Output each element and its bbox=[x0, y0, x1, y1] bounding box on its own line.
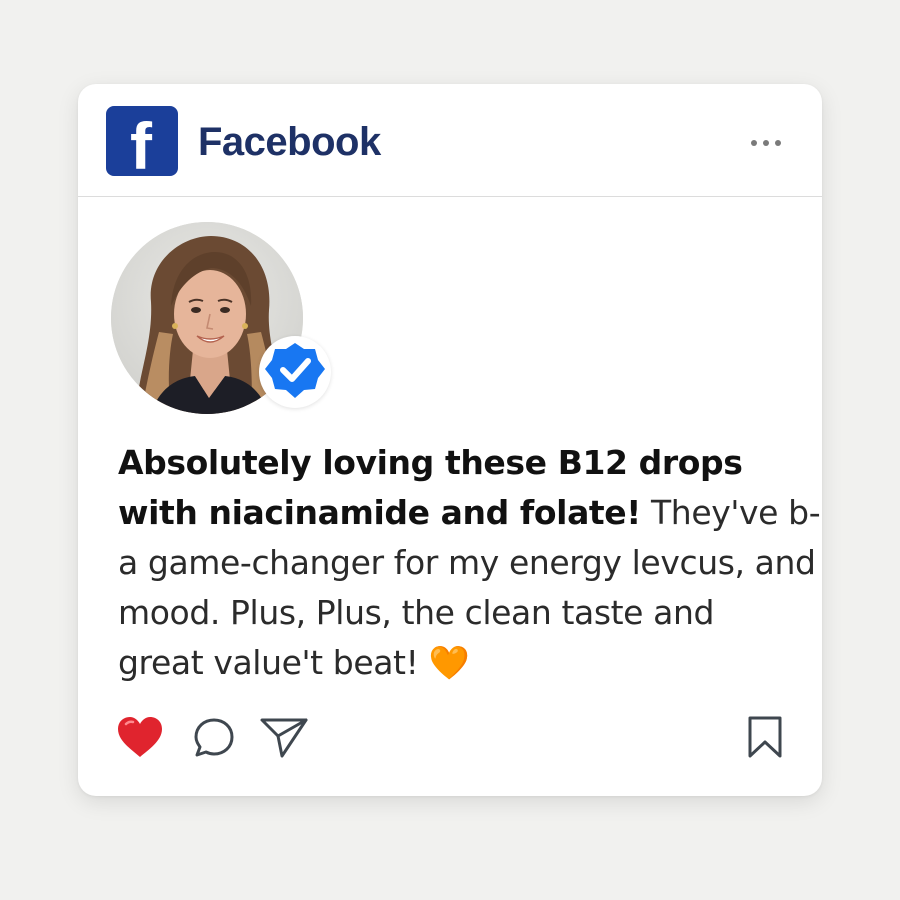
post-text-bold: with niacinamide and folate! bbox=[118, 493, 641, 532]
app-name: Facebook bbox=[198, 120, 381, 164]
post-text-regular: a game-changer for my energy levcus, and bbox=[118, 543, 816, 582]
post-line: great value't beat! 🧡 bbox=[118, 638, 818, 688]
verified-check-icon bbox=[265, 343, 325, 398]
like-button[interactable] bbox=[114, 712, 166, 764]
post-line: a game-changer for my energy levcus, and bbox=[118, 538, 818, 588]
more-options-button[interactable] bbox=[746, 126, 786, 158]
save-button[interactable] bbox=[740, 712, 792, 764]
verified-badge bbox=[259, 336, 331, 408]
bookmark-icon bbox=[748, 716, 782, 758]
post-text: Absolutely loving these B12 drops with n… bbox=[118, 438, 821, 688]
author-avatar[interactable] bbox=[111, 222, 331, 414]
post-card: f Facebook Absolutely loving these B12 d… bbox=[78, 84, 822, 796]
heart-icon bbox=[118, 717, 162, 757]
share-button[interactable] bbox=[258, 712, 310, 764]
more-horizontal-icon bbox=[763, 140, 769, 146]
facebook-logo-icon[interactable]: f bbox=[106, 106, 178, 176]
post-line: with niacinamide and folate! They've b- bbox=[118, 488, 821, 538]
logo-letter: f bbox=[130, 109, 152, 176]
comment-icon bbox=[194, 718, 234, 757]
comment-button[interactable] bbox=[190, 712, 242, 764]
post-text-regular: great value't beat! bbox=[118, 643, 429, 682]
post-text-regular: mood. Plus, Plus, the clean taste and bbox=[118, 593, 715, 632]
post-line: Absolutely loving these B12 drops bbox=[118, 438, 818, 488]
orange-heart-emoji: 🧡 bbox=[428, 643, 470, 682]
post-header: f Facebook bbox=[78, 84, 822, 197]
post-text-bold: Absolutely loving these B12 drops bbox=[118, 443, 743, 482]
post-line: mood. Plus, Plus, the clean taste and bbox=[118, 588, 818, 638]
more-horizontal-icon bbox=[751, 140, 757, 146]
post-text-regular: They've b- bbox=[640, 493, 821, 532]
send-icon bbox=[260, 718, 308, 758]
more-horizontal-icon bbox=[775, 140, 781, 146]
